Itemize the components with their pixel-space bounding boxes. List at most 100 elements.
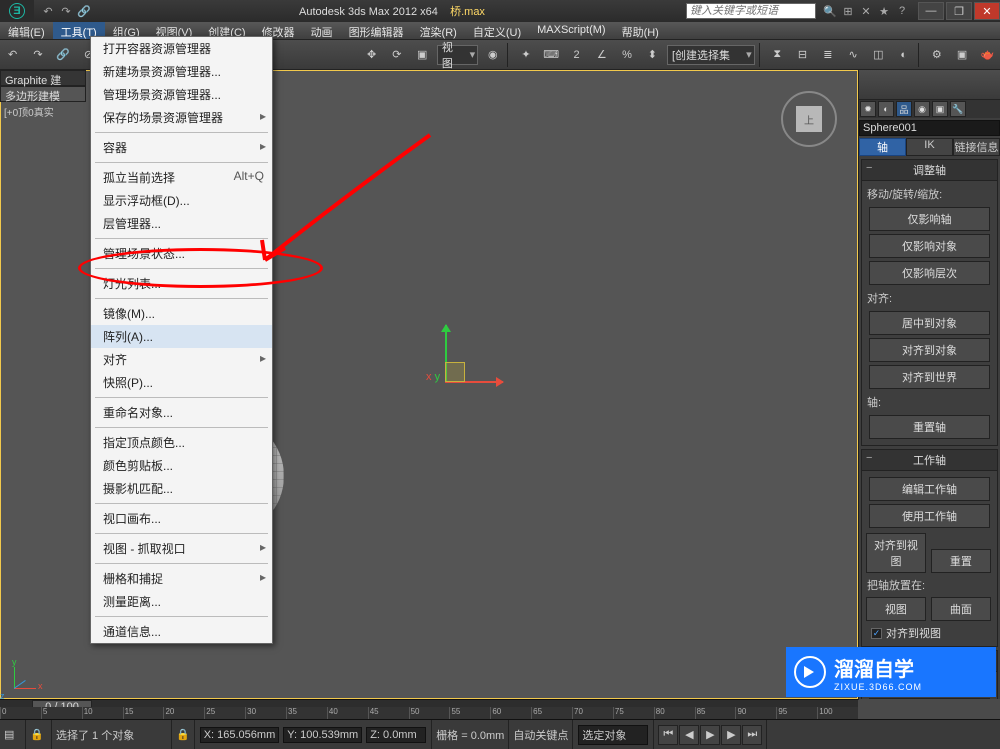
window-close-button[interactable]: ✕ [974, 2, 1000, 20]
curve-editor-button[interactable]: ∿ [841, 43, 864, 67]
render-setup-button[interactable]: ⚙ [925, 43, 948, 67]
menu-entry[interactable]: 层管理器... [91, 212, 272, 235]
align-to-view-button[interactable]: 对齐到视图 [866, 533, 925, 573]
app-menu[interactable]: Ǝ [0, 0, 34, 22]
align-to-world-button[interactable]: 对齐到世界 [869, 365, 990, 389]
menu-entry[interactable]: 视图 - 抓取视口 [91, 537, 272, 560]
affect-hierarchy-button[interactable]: 仅影响层次 [869, 261, 990, 285]
transform-gizmo[interactable]: x y [426, 371, 440, 383]
snap-angle-button[interactable]: ∠ [590, 43, 613, 67]
window-restore-button[interactable]: ❐ [946, 2, 972, 20]
key-filter-dropdown[interactable]: 选定对象 [578, 725, 648, 745]
menu-entry[interactable]: 灯光列表... [91, 272, 272, 295]
infocenter-search-icon[interactable]: 🔍 [822, 3, 838, 19]
undo-button[interactable]: ↶ [1, 43, 24, 67]
hierarchy-tab[interactable]: 品 [896, 101, 912, 117]
menu-item[interactable]: 渲染(R) [412, 22, 465, 39]
rollout-head[interactable]: 调整轴 [862, 160, 997, 181]
keyboard-shortcut-button[interactable]: ⌨ [540, 43, 563, 67]
affect-object-button[interactable]: 仅影响对象 [869, 234, 990, 258]
display-tab[interactable]: ▣ [932, 101, 948, 117]
menu-entry[interactable]: 指定顶点颜色... [91, 431, 272, 454]
affect-pivot-button[interactable]: 仅影响轴 [869, 207, 990, 231]
rotate-button[interactable]: ⟳ [385, 43, 408, 67]
align-to-object-button[interactable]: 对齐到对象 [869, 338, 990, 362]
play-button[interactable]: ▶ [700, 725, 720, 745]
edit-working-pivot-button[interactable]: 编辑工作轴 [869, 477, 990, 501]
layers-button[interactable]: ≣ [816, 43, 839, 67]
menu-entry[interactable]: 摄影机匹配... [91, 477, 272, 500]
viewcube-face[interactable]: 上 [795, 105, 823, 133]
qat-link-icon[interactable]: 🔗 [76, 3, 92, 19]
rendered-frame-button[interactable]: ▣ [950, 43, 973, 67]
window-minimize-button[interactable]: — [918, 2, 944, 20]
menu-entry[interactable]: 通道信息... [91, 620, 272, 643]
maxscript-listener-button[interactable]: ▤ [0, 720, 26, 749]
align-button[interactable]: ⊟ [791, 43, 814, 67]
render-button[interactable]: 🫖 [976, 43, 999, 67]
menu-entry[interactable]: 颜色剪贴板... [91, 454, 272, 477]
goto-end-button[interactable]: ⏭ [742, 725, 762, 745]
lock-icon[interactable]: 🔒 [172, 720, 195, 749]
infocenter-signin-icon[interactable]: ⊞ [840, 3, 856, 19]
coord-z-input[interactable]: Z: 0.0mm [366, 727, 426, 743]
help-search-input[interactable] [686, 3, 816, 19]
menu-item[interactable]: 动画 [303, 22, 341, 39]
reset-pivot-button[interactable]: 重置轴 [869, 415, 990, 439]
infocenter-star-icon[interactable]: ★ [876, 3, 892, 19]
qat-undo-icon[interactable]: ↶ [40, 3, 56, 19]
menu-entry[interactable]: 栅格和捕捉 [91, 567, 272, 590]
named-selection-dropdown[interactable]: [创建选择集 [667, 45, 755, 65]
autokey-button[interactable]: 自动关键点 [509, 720, 573, 749]
dont-affect-children-button[interactable]: 不影响子对象 [869, 698, 990, 699]
menu-entry[interactable]: 管理场景资源管理器... [91, 83, 272, 106]
subtab-pivot[interactable]: 轴 [859, 138, 906, 156]
spinner-snap-button[interactable]: ⬍ [641, 43, 664, 67]
link-button[interactable]: 🔗 [52, 43, 75, 67]
redo-button[interactable]: ↷ [26, 43, 49, 67]
select-manipulate-button[interactable]: ✦ [514, 43, 537, 67]
material-editor-button[interactable]: ◐ [892, 43, 915, 67]
graphite-tab[interactable]: 多边形建模 [0, 86, 86, 102]
menu-item[interactable]: MAXScript(M) [529, 22, 613, 39]
viewport-label[interactable]: [+0顶0真实 [0, 102, 86, 121]
menu-item[interactable]: 帮助(H) [614, 22, 667, 39]
reset-button[interactable]: 重置 [931, 549, 990, 573]
center-to-object-button[interactable]: 居中到对象 [869, 311, 990, 335]
menu-entry[interactable]: 容器 [91, 136, 272, 159]
viewcube[interactable]: 上 [781, 91, 837, 147]
menu-entry[interactable]: 孤立当前选择 [91, 166, 272, 189]
modify-tab[interactable]: ◐ [878, 101, 894, 117]
menu-item[interactable]: 编辑(E) [0, 22, 53, 39]
utilities-tab[interactable]: 🔧 [950, 101, 966, 117]
align-to-view-checkbox[interactable]: ✓ 对齐到视图 [865, 623, 994, 643]
menu-entry[interactable]: 保存的场景资源管理器 [91, 106, 272, 129]
menu-entry[interactable]: 对齐 [91, 348, 272, 371]
object-name-input[interactable] [859, 120, 1000, 136]
move-button[interactable]: ✥ [360, 43, 383, 67]
menu-entry[interactable]: 新建场景资源管理器... [91, 60, 272, 83]
pivot-center-button[interactable]: ◉ [481, 43, 504, 67]
use-working-pivot-button[interactable]: 使用工作轴 [869, 504, 990, 528]
menu-item[interactable]: 自定义(U) [465, 22, 529, 39]
menu-entry[interactable]: 显示浮动框(D)... [91, 189, 272, 212]
menu-entry[interactable]: 视口画布... [91, 507, 272, 530]
menu-entry[interactable]: 重命名对象... [91, 401, 272, 424]
menu-entry[interactable]: 镜像(M)... [91, 302, 272, 325]
place-view-button[interactable]: 视图 [866, 597, 925, 621]
menu-entry[interactable]: 测量距离... [91, 590, 272, 613]
menu-entry[interactable]: 阵列(A)... [91, 325, 272, 348]
menu-entry[interactable]: 快照(P)... [91, 371, 272, 394]
coord-y-input[interactable]: Y: 100.539mm [283, 727, 362, 743]
infocenter-help-icon[interactable]: ? [894, 3, 910, 19]
rollout-head[interactable]: 工作轴 [862, 450, 997, 471]
schematic-view-button[interactable]: ◫ [867, 43, 890, 67]
ref-coord-dropdown[interactable]: 视图 [437, 45, 478, 65]
prev-frame-button[interactable]: ◀ [679, 725, 699, 745]
menu-entry[interactable]: 管理场景状态... [91, 242, 272, 265]
coord-x-input[interactable]: X: 165.056mm [200, 727, 280, 743]
next-frame-button[interactable]: ▶ [721, 725, 741, 745]
menu-item[interactable]: 图形编辑器 [341, 22, 412, 39]
gizmo-xy-plane-icon[interactable] [445, 362, 465, 382]
subtab-linkinfo[interactable]: 链接信息 [953, 138, 1000, 156]
